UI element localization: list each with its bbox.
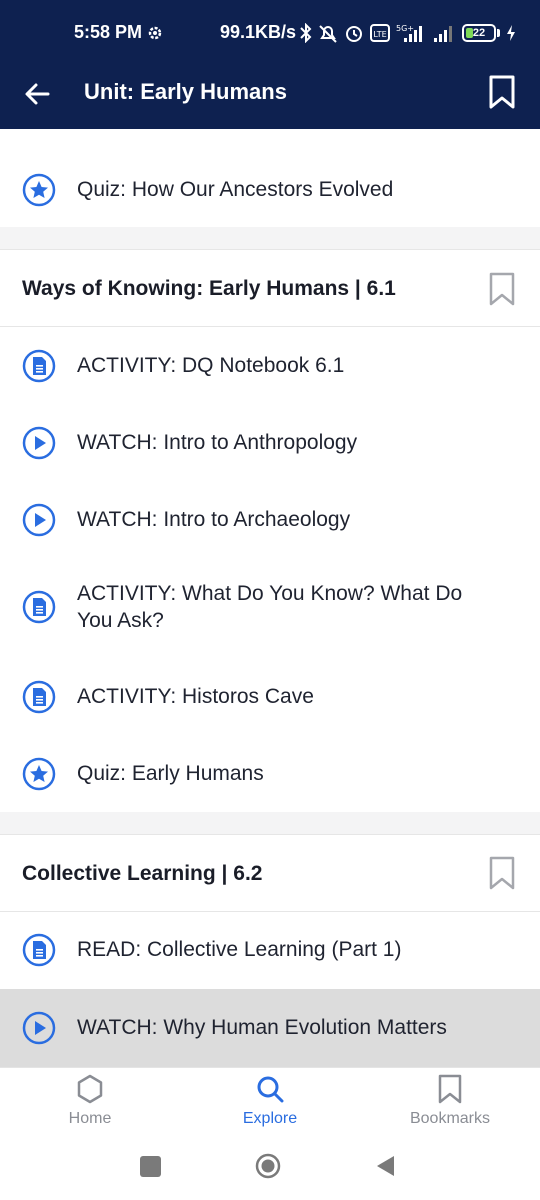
svg-text:LTE: LTE <box>373 30 386 39</box>
battery-icon: 22 <box>462 24 500 42</box>
list-item-label: READ: Collective Learning (Part 1) <box>77 938 402 961</box>
status-icons: LTE 5G+ 22 <box>300 22 516 44</box>
play-icon <box>22 426 56 460</box>
volte-icon: LTE <box>370 24 390 42</box>
system-navigation-bar <box>0 1143 540 1200</box>
alarm-icon <box>346 26 362 42</box>
charging-icon <box>507 25 515 41</box>
home-circle-icon[interactable] <box>255 1153 281 1179</box>
page-title: Unit: Early Humans <box>84 79 287 104</box>
back-arrow-icon[interactable] <box>22 78 54 110</box>
section-gap <box>0 227 540 249</box>
settings-gear-icon <box>148 26 162 39</box>
battery-level: 22 <box>472 27 486 39</box>
status-time-text: 5:58 PM <box>74 22 143 42</box>
document-icon <box>22 933 56 967</box>
list-item-label: ACTIVITY: Historos Cave <box>77 685 314 708</box>
section-title: Ways of Knowing: Early Humans | 6.1 <box>22 277 396 300</box>
list-item-label: Quiz: Early Humans <box>77 762 264 785</box>
app-bar: Unit: Early Humans <box>0 62 540 129</box>
section-header: Ways of Knowing: Early Humans | 6.1 <box>0 250 540 326</box>
list-item[interactable]: Quiz: Early Humans <box>0 735 540 812</box>
search-icon <box>257 1076 284 1103</box>
list-item[interactable]: WATCH: Intro to Archaeology <box>0 481 540 558</box>
list-item[interactable]: READ: Collective Learning (Part 1) <box>0 912 540 989</box>
bookmark-unit-icon[interactable] <box>488 74 516 110</box>
mute-bell-icon <box>319 25 337 43</box>
star-icon <box>22 173 56 207</box>
list-item[interactable]: ACTIVITY: What Do You Know? What Do You … <box>0 558 540 658</box>
list-item-label: WATCH: Intro to Archaeology <box>77 508 351 531</box>
nav-bookmarks[interactable]: Bookmarks <box>360 1068 540 1144</box>
back-triangle-icon[interactable] <box>374 1154 396 1178</box>
bottom-navigation: Home Explore Bookmarks <box>0 1067 540 1143</box>
signal-5g-icon: 5G+ <box>396 24 422 42</box>
list-item-label: WATCH: Intro to Anthropology <box>77 431 358 454</box>
section-gap <box>0 812 540 834</box>
network-speed: 99.1KB/s <box>220 22 297 42</box>
play-icon <box>22 1011 56 1045</box>
list-item[interactable]: ACTIVITY: DQ Notebook 6.1 <box>0 327 540 404</box>
document-icon <box>22 590 56 624</box>
bookmark-icon <box>438 1074 462 1104</box>
document-icon <box>22 349 56 383</box>
play-icon <box>22 503 56 537</box>
signal-icon <box>434 26 452 42</box>
star-icon <box>22 757 56 791</box>
bluetooth-icon <box>300 23 312 43</box>
hexagon-home-icon <box>77 1074 103 1104</box>
nav-home[interactable]: Home <box>0 1068 180 1144</box>
list-item-label: Quiz: How Our Ancestors Evolved <box>77 178 394 201</box>
status-time: 5:58 PM <box>74 22 164 43</box>
svg-text:5G+: 5G+ <box>396 24 414 33</box>
list-item-label: ACTIVITY: What Do You Know? What Do You … <box>77 582 463 632</box>
section-title: Collective Learning | 6.2 <box>22 862 263 885</box>
list-item-label: ACTIVITY: DQ Notebook 6.1 <box>77 354 345 377</box>
section-header: Collective Learning | 6.2 <box>0 835 540 911</box>
document-icon <box>22 680 56 714</box>
list-item[interactable]: Quiz: How Our Ancestors Evolved <box>0 129 540 227</box>
list-item-label: WATCH: Why Human Evolution Matters <box>77 1016 447 1039</box>
list-item[interactable]: ACTIVITY: Historos Cave <box>0 658 540 735</box>
status-bar: 5:58 PM 99.1KB/s LTE 5G+ 22 <box>0 0 540 62</box>
bookmark-icon[interactable] <box>489 856 515 890</box>
lesson-list: Quiz: How Our Ancestors Evolved Ways of … <box>0 129 540 1067</box>
recent-apps-icon[interactable] <box>140 1156 161 1177</box>
list-item-highlighted[interactable]: WATCH: Why Human Evolution Matters <box>0 989 540 1067</box>
nav-explore[interactable]: Explore <box>180 1068 360 1144</box>
bookmark-icon[interactable] <box>489 272 515 306</box>
nav-home-label: Home <box>68 1110 112 1127</box>
nav-explore-label: Explore <box>242 1110 298 1127</box>
list-item[interactable]: WATCH: Intro to Anthropology <box>0 404 540 481</box>
nav-bookmarks-label: Bookmarks <box>409 1110 491 1127</box>
